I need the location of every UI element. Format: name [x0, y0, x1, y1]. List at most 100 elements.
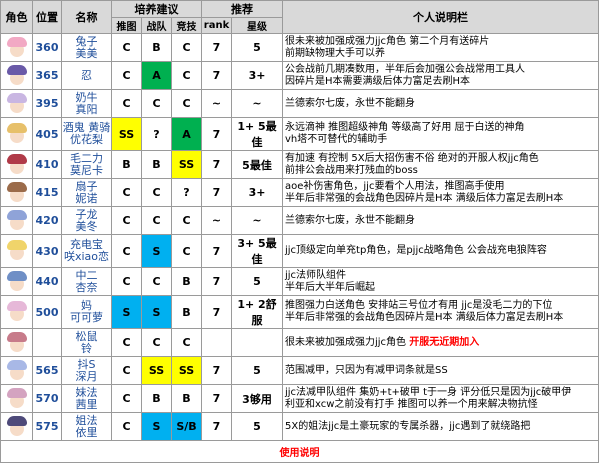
header-star: 星级	[231, 17, 283, 34]
footer-usage[interactable]: 使用说明	[0, 440, 599, 463]
rank-cell: ~	[201, 206, 232, 235]
battle-grade: C	[141, 328, 172, 357]
name-line-2: 美美	[75, 46, 98, 60]
header-rank: rank	[201, 17, 232, 34]
note-line-1: 永远滴神 推图超级神角 等级高了好用 屈于白送的神角	[285, 122, 525, 133]
note-cell: 公会战前几期凑数用，半年后会加强公会战常用工具人 因碎片是H本需要满级后体力富足去…	[282, 61, 599, 90]
character-avatar[interactable]	[4, 238, 30, 264]
name-line-2: 杏奈	[75, 280, 98, 294]
character-avatar[interactable]	[4, 299, 30, 325]
character-table: 角色 位置 名称 培养建议 推荐 个人说明栏 推图 战队 竞技 rank 星级 …	[0, 0, 599, 463]
table-row[interactable]: 570 妹法 茜里 CBB7 3够用 jjc法减甲队组件 集奶+t+破甲 t于一…	[0, 384, 599, 413]
name-cell: 充电宝 咲xiao恋	[61, 234, 112, 268]
note-cell: 范围减甲，只因为有减甲词条就是SS	[282, 356, 599, 385]
note-line-1: aoe补伤害角色，jjc要看个人用法，推图高手使用	[285, 180, 505, 192]
table-row[interactable]: 365 忍 CAC7 3+ 公会战前几期凑数用，半年后会加强公会战常用工具人 因碎…	[0, 61, 599, 90]
avatar-cell	[0, 150, 33, 179]
note-line-1: 兰德索尔七废，永世不能翻身	[285, 97, 415, 109]
push-grade: C	[111, 206, 142, 235]
character-avatar[interactable]	[4, 63, 30, 89]
arena-grade: A	[171, 117, 202, 151]
position-cell: 500	[32, 295, 62, 329]
arena-grade: SS	[171, 150, 202, 179]
table-row[interactable]: 395 奶牛 真阳 C C C ~ ~ 兰德索尔七废，永世不能翻身	[0, 89, 599, 118]
position-cell: 420	[32, 206, 62, 235]
position-cell: 360	[32, 33, 62, 62]
table-row[interactable]: 440 中二 杏奈 CCB7 5 jjc法师队组件 半年后大半年后崛起	[0, 267, 599, 296]
name-line-2: 莫尼卡	[70, 163, 103, 177]
rank-cell: 7	[201, 295, 232, 329]
character-avatar[interactable]	[4, 152, 30, 178]
battle-grade: S	[141, 234, 172, 268]
name-cell: 子龙 美冬	[61, 206, 112, 235]
rank-cell: 7	[201, 117, 232, 151]
character-avatar[interactable]	[4, 180, 30, 206]
character-avatar[interactable]	[4, 35, 30, 61]
arena-grade: B	[171, 267, 202, 296]
star-cell: 1+ 5最佳	[231, 117, 283, 151]
avatar-cell	[0, 384, 33, 413]
table-row[interactable]: 420 子龙 美冬 C C C ~ ~ 兰德索尔七废，永世不能翻身	[0, 206, 599, 235]
position-cell: 410	[32, 150, 62, 179]
header-name: 名称	[61, 0, 112, 34]
character-avatar[interactable]	[4, 208, 30, 234]
avatar-cell	[0, 61, 33, 90]
character-avatar[interactable]	[4, 121, 30, 147]
character-avatar[interactable]	[4, 358, 30, 384]
note-line-1: 范围减甲，只因为有减甲词条就是SS	[285, 364, 448, 376]
table-row[interactable]: 500 妈 可可萝 SSB7 1+ 2舒服 推图强力白送角色 安排站三号位才有用…	[0, 295, 599, 329]
table-row[interactable]: 松鼠 铃 CCC 很未来被加强成强力jjc角色 开服无近期加入	[0, 328, 599, 357]
character-avatar[interactable]	[4, 330, 30, 356]
name-cell: 妹法 茜里	[61, 384, 112, 413]
header-avatar: 角色	[0, 0, 33, 34]
rank-cell: ~	[201, 89, 232, 118]
position-cell: 570	[32, 384, 62, 413]
note-line-1: 有加速 有控制 5X后大招伤害不俗 绝对的开服人权jjc角色	[285, 152, 539, 164]
avatar-cell	[0, 117, 33, 151]
name-cell: 妈 可可萝	[61, 295, 112, 329]
position-cell: 365	[32, 61, 62, 90]
avatar-cell	[0, 206, 33, 235]
header-recommend: 推荐	[201, 0, 283, 18]
arena-grade: B	[171, 295, 202, 329]
push-grade: C	[111, 328, 142, 357]
arena-grade: S/B	[171, 412, 202, 441]
table-row[interactable]: 565 抖S 深月 C SS SS 7 5 范围减甲，只因为有减甲词条就是SS	[0, 356, 599, 385]
header-arena: 竞技	[171, 17, 202, 34]
table-row[interactable]: 360 兔子 美美 CBC7 5 很未来被加强成强力jjc角色 第二个月有送碎片…	[0, 33, 599, 62]
header-note: 个人说明栏	[282, 0, 599, 34]
push-grade: C	[111, 234, 142, 268]
rank-cell: 7	[201, 178, 232, 207]
push-grade: C	[111, 61, 142, 90]
position-cell: 440	[32, 267, 62, 296]
battle-grade: SS	[141, 356, 172, 385]
table-row[interactable]: 415 扇子 妮诺 C C? 7 3+ aoe补伤害角色，jjc要看个人用法，推图高…	[0, 178, 599, 207]
table-row[interactable]: 430 充电宝 咲xiao恋 CSC7 3+ 5最佳 jjc顶级定向单充tp角色…	[0, 234, 599, 268]
character-avatar[interactable]	[4, 386, 30, 412]
push-grade: C	[111, 33, 142, 62]
star-cell: 5	[231, 412, 283, 441]
table-row[interactable]: 405 酒鬼 黄骑 优花梨 SS? A 7 1+ 5最佳 永远滴神 推图超级神角 等…	[0, 117, 599, 151]
note-cell: 很未来被加强成强力jjc角色 开服无近期加入	[282, 328, 599, 357]
avatar-cell	[0, 178, 33, 207]
note-line-2: 半年后大半年后崛起	[285, 281, 375, 293]
name-cell: 松鼠 铃	[61, 328, 112, 357]
table-row[interactable]: 575 姐法 依里 C S S/B 7 5 5X的姐法jjc是土豪玩家的专属杀器，jj…	[0, 412, 599, 441]
note-cell: aoe补伤害角色，jjc要看个人用法，推图高手使用 半年后非常强的会战角色因碎片是…	[282, 178, 599, 207]
name-line-2: 茜里	[75, 397, 98, 411]
character-avatar[interactable]	[4, 269, 30, 295]
star-cell: 3+	[231, 61, 283, 90]
push-grade: C	[111, 267, 142, 296]
note-line-1: 兰德索尔七废，永世不能翻身	[285, 214, 415, 226]
note-line-1: 公会战前几期凑数用，半年后会加强公会战常用工具人	[285, 63, 525, 75]
arena-grade: B	[171, 384, 202, 413]
character-avatar[interactable]	[4, 414, 30, 440]
character-avatar[interactable]	[4, 91, 30, 117]
name-cell: 忍	[61, 61, 112, 90]
avatar-cell	[0, 234, 33, 268]
table-row[interactable]: 410 毛二力 莫尼卡 B B SS 7 5最佳 有加速 有控制 5X后大招伤害不俗 …	[0, 150, 599, 179]
rank-cell: 7	[201, 61, 232, 90]
battle-grade: C	[141, 206, 172, 235]
note-line-1: jjc法减甲队组件 集奶+t+破甲 t于一身 评分低只是因为jjc破甲伊	[285, 386, 572, 398]
note-cell: 有加速 有控制 5X后大招伤害不俗 绝对的开服人权jjc角色 前排公会战用来打残血…	[282, 150, 599, 179]
